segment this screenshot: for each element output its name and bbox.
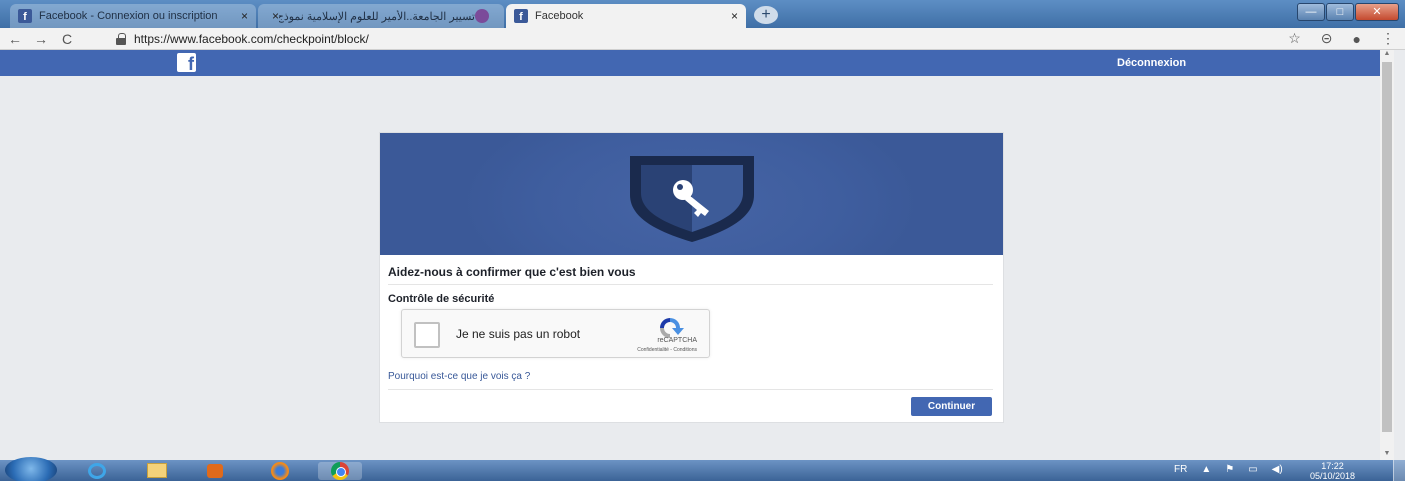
back-button[interactable]: ←: [4, 31, 26, 47]
checkpoint-hero: [380, 133, 1003, 255]
extension-icon[interactable]: ⊝: [1321, 30, 1333, 47]
scroll-down-icon[interactable]: ▼: [1380, 450, 1394, 460]
scroll-up-icon[interactable]: ▲: [1380, 50, 1394, 60]
close-window-button[interactable]: ✕: [1355, 3, 1399, 21]
internet-explorer-icon[interactable]: [75, 462, 119, 480]
scroll-thumb[interactable]: [1382, 62, 1392, 432]
recaptcha-label: Je ne suis pas un robot: [456, 327, 581, 341]
media-player-icon[interactable]: [194, 462, 238, 480]
lock-icon: [116, 32, 126, 45]
address-bar[interactable]: https://www.facebook.com/checkpoint/bloc…: [134, 32, 369, 46]
clock[interactable]: 17:22 05/10/2018: [1310, 461, 1355, 481]
tab-title: تسيير الجامعة..الأمير للعلوم الإسلامية ن…: [279, 10, 475, 23]
chrome-icon[interactable]: [318, 462, 362, 480]
tab-title: Facebook - Connexion ou inscription: [39, 10, 218, 22]
recaptcha-checkbox[interactable]: [414, 322, 440, 348]
new-tab-button[interactable]: +: [754, 6, 778, 24]
facebook-favicon-icon: f: [514, 9, 528, 23]
divider: [388, 389, 993, 390]
close-tab-icon[interactable]: ×: [272, 9, 279, 23]
bookmark-star-icon[interactable]: ☆: [1288, 30, 1301, 47]
browser-toolbar: ← → C https://www.facebook.com/checkpoin…: [0, 28, 1405, 50]
why-am-i-seeing-this-link[interactable]: Pourquoi est-ce que je vois ça ?: [388, 371, 530, 382]
minimize-button[interactable]: —: [1297, 3, 1325, 21]
firefox-icon[interactable]: [258, 462, 302, 480]
page-scrollbar[interactable]: ▲ ▼: [1380, 50, 1394, 460]
divider: [388, 284, 993, 285]
page-title: Aidez-nous à confirmer que c'est bien vo…: [388, 265, 636, 279]
continue-button[interactable]: Continuer: [911, 397, 992, 416]
facebook-logo[interactable]: f: [177, 53, 196, 72]
recaptcha-legal-links[interactable]: Confidentialité - Conditions: [637, 347, 697, 353]
facebook-header: f Déconnexion: [0, 50, 1380, 76]
tab-university[interactable]: تسيير الجامعة..الأمير للعلوم الإسلامية ن…: [258, 4, 504, 28]
network-icon[interactable]: ▭: [1248, 464, 1257, 475]
forward-button[interactable]: →: [30, 31, 52, 47]
windows-taskbar: FR ▲ ⚑ ▭ ◀) 17:22 05/10/2018: [0, 457, 1405, 481]
tab-title: Facebook: [535, 10, 584, 22]
language-indicator[interactable]: FR: [1174, 464, 1187, 475]
file-manager-icon[interactable]: [135, 462, 179, 480]
show-desktop-button[interactable]: [1393, 460, 1405, 481]
toolbar-actions: ☆ ⊝ ● ⋮: [1268, 30, 1395, 47]
checkpoint-card: Aidez-nous à confirmer que c'est bien vo…: [379, 132, 1004, 423]
shield-key-icon: [630, 156, 754, 242]
security-check-label: Contrôle de sécurité: [388, 293, 495, 305]
action-center-flag-icon[interactable]: ⚑: [1225, 464, 1234, 475]
facebook-favicon-icon: f: [18, 9, 32, 23]
account-icon[interactable]: ●: [1353, 31, 1361, 47]
close-tab-icon[interactable]: ×: [731, 9, 738, 23]
logout-link[interactable]: Déconnexion: [1117, 57, 1186, 69]
recaptcha-widget: Je ne suis pas un robot reCAPTCHA Confid…: [401, 309, 710, 358]
volume-icon[interactable]: ◀): [1272, 464, 1283, 475]
tab-facebook-active[interactable]: f Facebook ×: [506, 4, 746, 28]
clock-time: 17:22: [1321, 461, 1344, 471]
system-tray: FR ▲ ⚑ ▭ ◀): [1174, 464, 1297, 475]
clock-date: 05/10/2018: [1310, 471, 1356, 481]
close-tab-icon[interactable]: ×: [241, 9, 248, 23]
reload-button[interactable]: C: [56, 31, 78, 47]
menu-icon[interactable]: ⋮: [1381, 30, 1395, 47]
globe-favicon-icon: [475, 9, 489, 23]
tray-expand-icon[interactable]: ▲: [1201, 464, 1211, 475]
window-controls: — □ ✕: [1296, 3, 1399, 21]
start-orb-icon[interactable]: [5, 457, 57, 481]
maximize-button[interactable]: □: [1326, 3, 1354, 21]
tab-facebook-login[interactable]: f Facebook - Connexion ou inscription ×: [10, 4, 256, 28]
browser-tab-strip: f Facebook - Connexion ou inscription × …: [0, 0, 1405, 28]
recaptcha-brand: reCAPTCHA: [657, 337, 697, 344]
